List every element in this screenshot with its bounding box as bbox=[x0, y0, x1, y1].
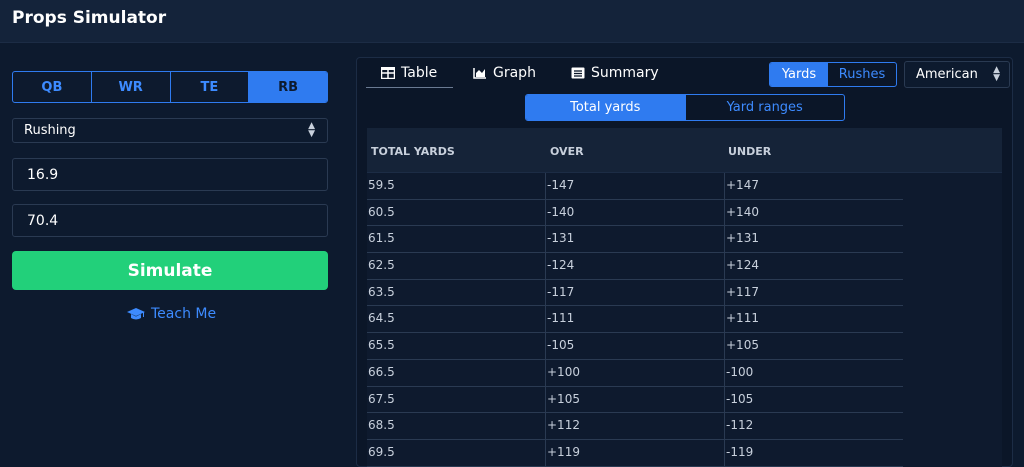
list-icon bbox=[571, 67, 585, 79]
cell-over: +119 bbox=[547, 444, 580, 459]
table-row: 68.5 +112 -112 bbox=[367, 413, 903, 440]
position-te-button[interactable]: TE bbox=[171, 72, 250, 102]
odds-format-select[interactable]: American ▲ ▼ bbox=[904, 61, 1010, 88]
cell-over: -111 bbox=[547, 311, 575, 326]
cell-under: +131 bbox=[726, 231, 759, 246]
header-total-yards: TOTAL YARDS bbox=[371, 145, 455, 158]
cell-over: +112 bbox=[547, 418, 580, 433]
cell-total-yards: 63.5 bbox=[368, 284, 395, 299]
tab-table-label: Table bbox=[401, 64, 438, 81]
cell-under: -119 bbox=[726, 444, 754, 459]
cell-over: -140 bbox=[547, 204, 575, 219]
position-qb-button[interactable]: QB bbox=[13, 72, 92, 102]
graduation-cap-icon bbox=[127, 307, 145, 319]
cell-total-yards: 69.5 bbox=[368, 444, 395, 459]
table-row: 65.5 -105 +105 bbox=[367, 333, 903, 360]
table-row: 64.5 -111 +111 bbox=[367, 306, 903, 334]
cell-over: +100 bbox=[547, 364, 580, 379]
cell-over: -105 bbox=[547, 338, 575, 353]
yard-ranges-toggle-button[interactable]: Yard ranges bbox=[686, 95, 845, 120]
cell-under: +117 bbox=[726, 284, 759, 299]
first-value-input[interactable]: 16.9 bbox=[12, 158, 328, 191]
cell-under: +111 bbox=[726, 311, 759, 326]
odds-table: TOTAL YARDS OVER UNDER 59.5 -147 +147 60.5 -… bbox=[367, 128, 1002, 467]
table-header: TOTAL YARDS OVER UNDER bbox=[367, 128, 1002, 173]
position-selector: QB WR TE RB bbox=[12, 71, 328, 103]
simulate-button[interactable]: Simulate bbox=[12, 251, 328, 290]
area-chart-icon bbox=[473, 68, 486, 79]
rushes-toggle-button[interactable]: Rushes bbox=[828, 63, 896, 86]
position-rb-button[interactable]: RB bbox=[249, 72, 327, 102]
table-body: 59.5 -147 +147 60.5 -140 +140 61.5 -131 +131 62.5… bbox=[367, 173, 903, 467]
cell-under: +105 bbox=[726, 338, 759, 353]
cell-total-yards: 65.5 bbox=[368, 338, 395, 353]
yards-toggle-button[interactable]: Yards bbox=[770, 63, 828, 86]
metric-toggle: Yards Rushes bbox=[769, 62, 897, 87]
cell-under: -112 bbox=[726, 418, 754, 433]
table-row: 60.5 -140 +140 bbox=[367, 200, 903, 227]
table-row: 66.5 +100 -100 bbox=[367, 360, 903, 387]
cell-total-yards: 67.5 bbox=[368, 391, 395, 406]
cell-total-yards: 62.5 bbox=[368, 258, 395, 273]
table-row: 59.5 -147 +147 bbox=[367, 173, 903, 200]
table-row: 69.5 +119 -119 bbox=[367, 440, 903, 467]
cell-total-yards: 61.5 bbox=[368, 231, 395, 246]
cell-total-yards: 60.5 bbox=[368, 204, 395, 219]
table-row: 61.5 -131 +131 bbox=[367, 226, 903, 254]
cell-over: -124 bbox=[547, 258, 575, 273]
cell-under: +140 bbox=[726, 204, 759, 219]
cell-total-yards: 64.5 bbox=[368, 311, 395, 326]
table-row: 62.5 -124 +124 bbox=[367, 253, 903, 280]
cell-total-yards: 59.5 bbox=[368, 178, 395, 192]
cell-under: +124 bbox=[726, 258, 759, 273]
tab-table[interactable]: Table bbox=[366, 58, 453, 88]
table-row: 67.5 +105 -105 bbox=[367, 387, 903, 414]
top-bar: Props Simulator bbox=[0, 0, 1024, 43]
select-arrows-icon: ▲ ▼ bbox=[308, 121, 315, 139]
teach-me-label: Teach Me bbox=[151, 306, 217, 322]
position-wr-button[interactable]: WR bbox=[92, 72, 171, 102]
select-arrows-icon: ▲ ▼ bbox=[993, 65, 1000, 83]
app-title: Props Simulator bbox=[12, 8, 167, 28]
cell-over: +105 bbox=[547, 391, 580, 406]
table-icon bbox=[381, 66, 395, 79]
tab-summary-label: Summary bbox=[591, 65, 659, 81]
cell-under: +147 bbox=[726, 178, 759, 192]
cell-total-yards: 68.5 bbox=[368, 418, 395, 433]
tab-summary[interactable]: Summary bbox=[571, 58, 659, 88]
tab-graph-label: Graph bbox=[493, 65, 536, 81]
view-toggle: Total yards Yard ranges bbox=[525, 94, 845, 121]
cell-over: -117 bbox=[547, 284, 575, 299]
cell-over: -147 bbox=[547, 178, 575, 192]
cell-total-yards: 66.5 bbox=[368, 364, 395, 379]
total-yards-toggle-button[interactable]: Total yards bbox=[526, 95, 686, 120]
header-under: UNDER bbox=[728, 145, 772, 158]
second-value-input[interactable]: 70.4 bbox=[12, 204, 328, 237]
header-over: OVER bbox=[550, 145, 584, 158]
cell-over: -131 bbox=[547, 231, 575, 246]
stat-type-select[interactable]: Rushing ▲ ▼ bbox=[12, 118, 328, 143]
cell-under: -105 bbox=[726, 391, 754, 406]
teach-me-link[interactable]: Teach Me bbox=[127, 306, 216, 322]
results-panel: Table Graph Summary Yards Rushes America… bbox=[356, 57, 1013, 467]
tab-graph[interactable]: Graph bbox=[473, 58, 536, 88]
stat-type-value: Rushing bbox=[24, 123, 76, 138]
table-row: 63.5 -117 +117 bbox=[367, 280, 903, 307]
odds-format-value: American bbox=[916, 67, 978, 82]
cell-under: -100 bbox=[726, 364, 754, 379]
